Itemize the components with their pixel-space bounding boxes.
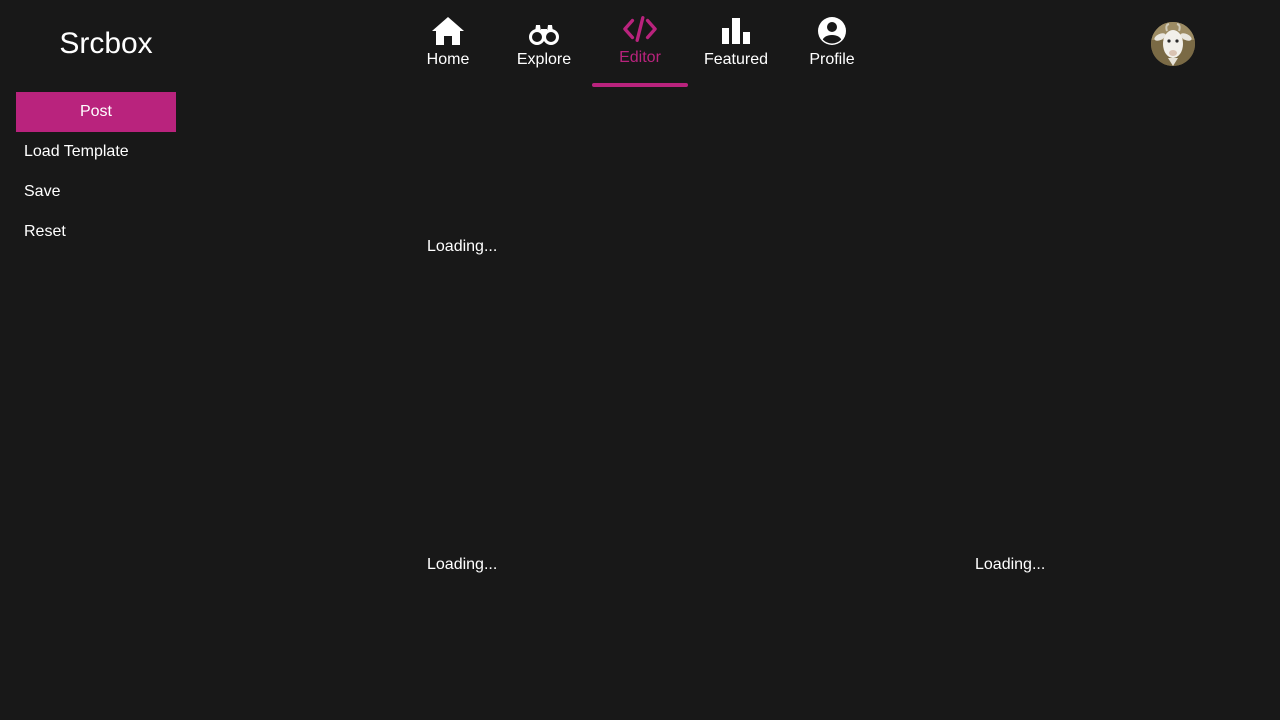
nav-item-profile[interactable]: Profile [784,0,880,88]
home-icon [431,16,465,46]
nav-label-profile: Profile [809,51,855,68]
nav-label-explore: Explore [516,51,572,68]
top-nav: Home Explore Editor Featured Profile [400,0,880,88]
nav-item-editor[interactable]: Editor [592,0,688,88]
post-button[interactable]: Post [16,92,176,132]
reset-button[interactable]: Reset [16,212,176,252]
nav-label-featured: Featured [703,51,769,68]
nav-item-home[interactable]: Home [400,0,496,88]
nav-item-featured[interactable]: Featured [688,0,784,88]
app-root: Srcbox Post Load Template Save Reset Hom… [0,0,1280,720]
code-icon [623,14,657,44]
loading-indicator-bottom-left: Loading... [427,556,498,573]
sidebar: Post Load Template Save Reset [16,92,176,252]
load-template-button[interactable]: Load Template [16,132,176,172]
active-tab-indicator [592,83,688,87]
binoculars-icon [527,16,561,46]
user-circle-icon [815,16,849,46]
avatar[interactable] [1151,22,1195,66]
goat-avatar-image [1151,22,1195,66]
save-button[interactable]: Save [16,172,176,212]
loading-indicator-top: Loading... [427,238,498,255]
brand-logo[interactable]: Srcbox [16,24,196,64]
nav-label-home: Home [426,51,470,68]
nav-label-editor: Editor [619,49,661,66]
bar-chart-icon [719,16,753,46]
nav-item-explore[interactable]: Explore [496,0,592,88]
loading-indicator-bottom-right: Loading... [975,556,1046,573]
